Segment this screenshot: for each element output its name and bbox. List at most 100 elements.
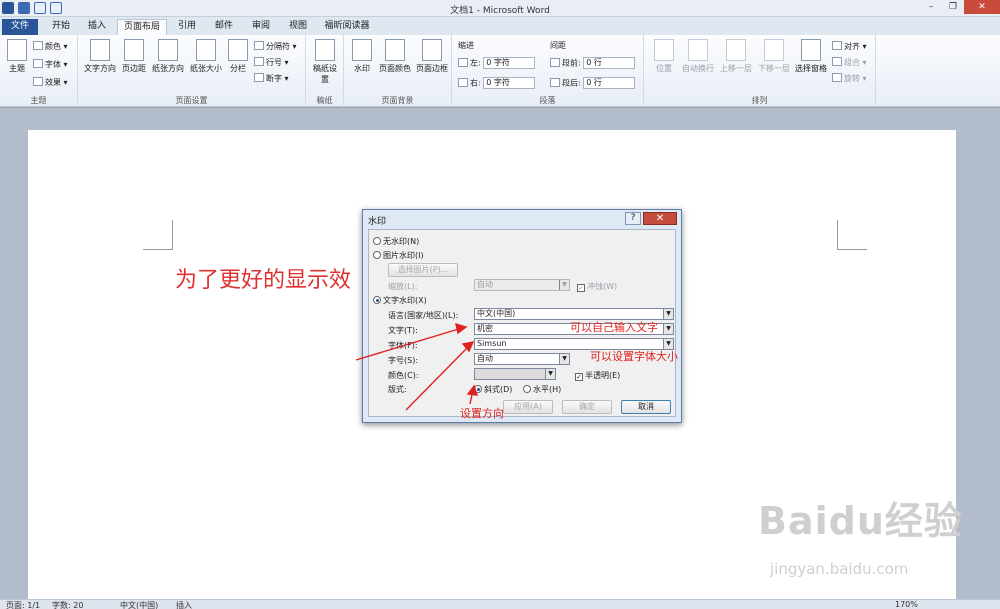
hyphenation-icon <box>254 73 264 82</box>
selection-pane-button[interactable]: 选择窗格 <box>794 39 828 74</box>
group-button[interactable]: 组合 ▾ <box>832 57 867 68</box>
layout-label: 版式: <box>388 385 407 394</box>
color-select[interactable]: ▼ <box>474 368 556 380</box>
restore-icon[interactable]: ❐ <box>942 0 964 14</box>
select-picture-button[interactable]: 选择图片(P)... <box>388 263 458 277</box>
close-window-icon[interactable]: ✕ <box>964 0 1000 14</box>
washout-checkbox[interactable]: ✓ <box>577 284 585 292</box>
semitransparent-option[interactable]: ✓ 半透明(E) <box>575 370 620 381</box>
annotation-direction: 设置方向 <box>460 407 504 420</box>
wrap-text-button[interactable]: 自动换行 <box>680 39 716 74</box>
breaks-button[interactable]: 分隔符 ▾ <box>254 41 297 52</box>
size-label: 字号(S): <box>388 356 419 365</box>
tab-mailings[interactable]: 邮件 <box>207 19 241 35</box>
draft-settings-button[interactable]: 稿纸设置 <box>310 39 340 85</box>
rotate-button[interactable]: 旋转 ▾ <box>832 73 867 84</box>
colors-button[interactable]: 颜色 ▾ <box>33 41 68 52</box>
line-numbers-icon <box>254 57 264 66</box>
size-button[interactable]: 纸张大小 <box>188 39 224 74</box>
selection-pane-icon <box>801 39 821 61</box>
horizontal-option[interactable]: 水平(H) <box>523 384 561 395</box>
draft-group: 稿纸设置 稿纸 <box>306 35 344 107</box>
tab-review[interactable]: 审阅 <box>244 19 278 35</box>
document-body-text[interactable]: 为了更好的显示效 <box>175 262 351 294</box>
send-backward-button[interactable]: 下移一层 <box>756 39 792 74</box>
watermark-button[interactable]: 水印 <box>348 39 376 74</box>
effects-button[interactable]: 效果 ▾ <box>33 77 68 88</box>
dialog-title: 水印 <box>368 217 387 227</box>
cancel-button[interactable]: 取消 <box>621 400 671 414</box>
help-icon[interactable]: ? <box>625 212 641 225</box>
no-watermark-radio[interactable] <box>373 237 381 245</box>
ribbon: 主题 颜色 ▾ 字体 ▾ 效果 ▾ 主题 文字方向 页边距 纸张方向 纸张大小 … <box>0 35 1000 107</box>
text-direction-button[interactable]: 文字方向 <box>82 39 118 74</box>
picture-watermark-radio[interactable] <box>373 251 381 259</box>
bring-forward-button[interactable]: 上移一层 <box>718 39 754 74</box>
indent-left-row: 左: 0 字符 <box>458 57 536 69</box>
watermark-icon <box>352 39 372 61</box>
text-watermark-option[interactable]: 文字水印(X) <box>373 295 427 306</box>
tab-page-layout[interactable]: 页面布局 <box>117 19 167 35</box>
line-numbers-button[interactable]: 行号 ▾ <box>254 57 289 68</box>
dialog-close-icon[interactable]: ✕ <box>643 212 677 225</box>
page-border-icon <box>422 39 442 61</box>
page-setup-group: 文字方向 页边距 纸张方向 纸张大小 分栏 分隔符 ▾ 行号 ▾ 断字 ▾ 页面… <box>78 35 306 107</box>
columns-button[interactable]: 分栏 <box>226 39 250 74</box>
status-words[interactable]: 字数: 20 <box>52 600 83 609</box>
spacing-label: 间距 <box>550 41 566 50</box>
status-bar: 页面: 1/1 字数: 20 中文(中国) 插入 170% <box>0 599 1000 609</box>
status-page[interactable]: 页面: 1/1 <box>6 600 40 609</box>
spacing-after-input[interactable]: 0 行 <box>583 77 636 89</box>
fonts-button[interactable]: 字体 ▾ <box>33 59 68 70</box>
tab-foxit-reader[interactable]: 福昕阅读器 <box>318 19 376 35</box>
picture-watermark-option[interactable]: 图片水印(I) <box>373 250 424 261</box>
spacing-before-input[interactable]: 0 行 <box>583 57 636 69</box>
draft-paper-icon <box>315 39 335 61</box>
text-watermark-radio[interactable] <box>373 296 381 304</box>
tab-view[interactable]: 视图 <box>281 19 315 35</box>
minimize-icon[interactable]: – <box>920 0 942 14</box>
page-size-icon <box>196 39 216 61</box>
no-watermark-option[interactable]: 无水印(N) <box>373 236 419 247</box>
position-icon <box>654 39 674 61</box>
margins-button[interactable]: 页边距 <box>120 39 148 74</box>
scale-label: 缩放(L): <box>388 282 418 291</box>
orientation-button[interactable]: 纸张方向 <box>150 39 186 74</box>
indent-left-input[interactable]: 0 字符 <box>483 57 536 69</box>
annotation-font-size: 可以设置字体大小 <box>590 350 678 363</box>
page-color-button[interactable]: 页面颜色 <box>377 39 413 74</box>
indent-right-input[interactable]: 0 字符 <box>483 77 536 89</box>
size-select[interactable]: 自动 ▼ <box>474 353 570 365</box>
horizontal-radio[interactable] <box>523 385 531 393</box>
window-controls: – ❐ ✕ <box>920 0 1000 14</box>
position-button[interactable]: 位置 <box>650 39 678 74</box>
effects-icon <box>33 77 43 86</box>
theme-button[interactable]: 主题 <box>4 39 30 74</box>
tab-file[interactable]: 文件 <box>2 19 38 35</box>
wrap-text-icon <box>688 39 708 61</box>
ribbon-tabs: 文件 开始 插入 页面布局 引用 邮件 审阅 视图 福昕阅读器 <box>0 17 1000 35</box>
status-zoom[interactable]: 170% <box>895 600 918 609</box>
tab-references[interactable]: 引用 <box>170 19 204 35</box>
tab-home[interactable]: 开始 <box>44 19 78 35</box>
text-label: 文字(T): <box>388 326 418 335</box>
tab-insert[interactable]: 插入 <box>80 19 114 35</box>
scale-select[interactable]: 自动 ▼ <box>474 279 570 291</box>
page-background-group-label: 页面背景 <box>381 96 414 105</box>
align-button[interactable]: 对齐 ▾ <box>832 41 867 52</box>
hyphenation-button[interactable]: 断字 ▾ <box>254 73 289 84</box>
title-bar: 文档1 - Microsoft Word – ❐ ✕ <box>0 0 1000 17</box>
apply-button[interactable]: 应用(A) <box>503 400 553 414</box>
semitransparent-checkbox[interactable]: ✓ <box>575 373 583 381</box>
diagonal-option[interactable]: 斜式(D) <box>474 384 512 395</box>
washout-option[interactable]: ✓ 冲蚀(W) <box>577 281 617 292</box>
fonts-icon <box>33 59 43 68</box>
page-border-button[interactable]: 页面边框 <box>414 39 450 74</box>
diagonal-radio[interactable] <box>474 385 482 393</box>
window-title: 文档1 - Microsoft Word <box>450 6 550 16</box>
status-mode[interactable]: 插入 <box>176 600 192 609</box>
status-language[interactable]: 中文(中国) <box>120 600 158 609</box>
ok-button[interactable]: 确定 <box>562 400 612 414</box>
draft-group-label: 稿纸 <box>316 96 333 105</box>
paragraph-group: 缩进 间距 左: 0 字符 右: 0 字符 段前: 0 行 段后: 0 行 段落 <box>452 35 644 107</box>
